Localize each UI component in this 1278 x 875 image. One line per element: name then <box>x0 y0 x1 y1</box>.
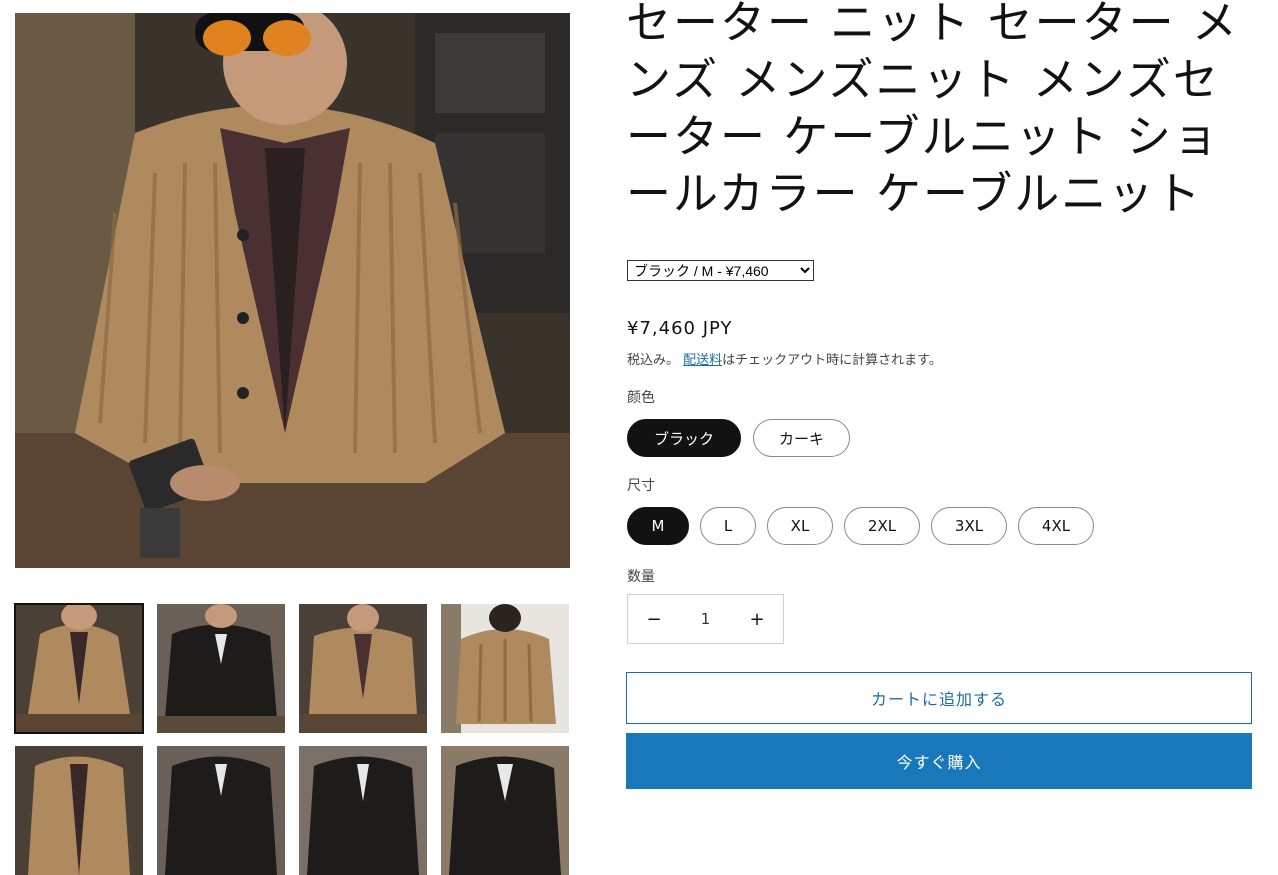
thumbnail-4[interactable] <box>441 604 569 733</box>
thumbnail-1[interactable] <box>14 603 144 734</box>
size-option-l[interactable]: L <box>700 507 756 545</box>
size-option-2xl[interactable]: 2XL <box>844 507 920 545</box>
quantity-input[interactable]: 1 <box>680 610 731 628</box>
quantity-decrease-button[interactable]: − <box>628 609 680 630</box>
thumbnail-2[interactable] <box>157 604 285 733</box>
tax-suffix: はチェックアウト時に計算されます。 <box>722 353 942 368</box>
variant-select[interactable]: ブラック / M - ¥7,460 <box>627 260 814 281</box>
main-product-image[interactable] <box>15 13 570 568</box>
size-option-3xl[interactable]: 3XL <box>931 507 1007 545</box>
thumbnail-3[interactable] <box>299 604 427 733</box>
buy-now-button[interactable]: 今すぐ購入 <box>626 733 1252 789</box>
thumbnail-7[interactable] <box>299 746 427 875</box>
tax-prefix: 税込み。 <box>627 353 680 368</box>
product-price: ¥7,460 JPY <box>627 318 733 339</box>
quantity-stepper: − 1 + <box>627 594 784 644</box>
size-option-m[interactable]: M <box>627 507 689 545</box>
quantity-label: 数量 <box>627 569 655 585</box>
product-title: セーター ニット セーター メンズ メンズニット メンズセーター ケーブルニット… <box>626 0 1239 220</box>
color-label: 颜色 <box>627 390 655 406</box>
thumbnail-8[interactable] <box>441 746 569 875</box>
thumbnail-6[interactable] <box>157 746 285 875</box>
color-option-black[interactable]: ブラック <box>627 419 741 457</box>
color-option-khaki[interactable]: カーキ <box>753 419 850 457</box>
size-label: 尺寸 <box>627 478 655 494</box>
shipping-link[interactable]: 配送料 <box>683 353 722 368</box>
tax-note: 税込み。 配送料はチェックアウト時に計算されます。 <box>627 349 942 368</box>
size-option-xl[interactable]: XL <box>767 507 833 545</box>
size-option-4xl[interactable]: 4XL <box>1018 507 1094 545</box>
quantity-increase-button[interactable]: + <box>731 609 783 630</box>
thumbnail-5[interactable] <box>15 746 143 875</box>
add-to-cart-button[interactable]: カートに追加する <box>626 672 1252 724</box>
